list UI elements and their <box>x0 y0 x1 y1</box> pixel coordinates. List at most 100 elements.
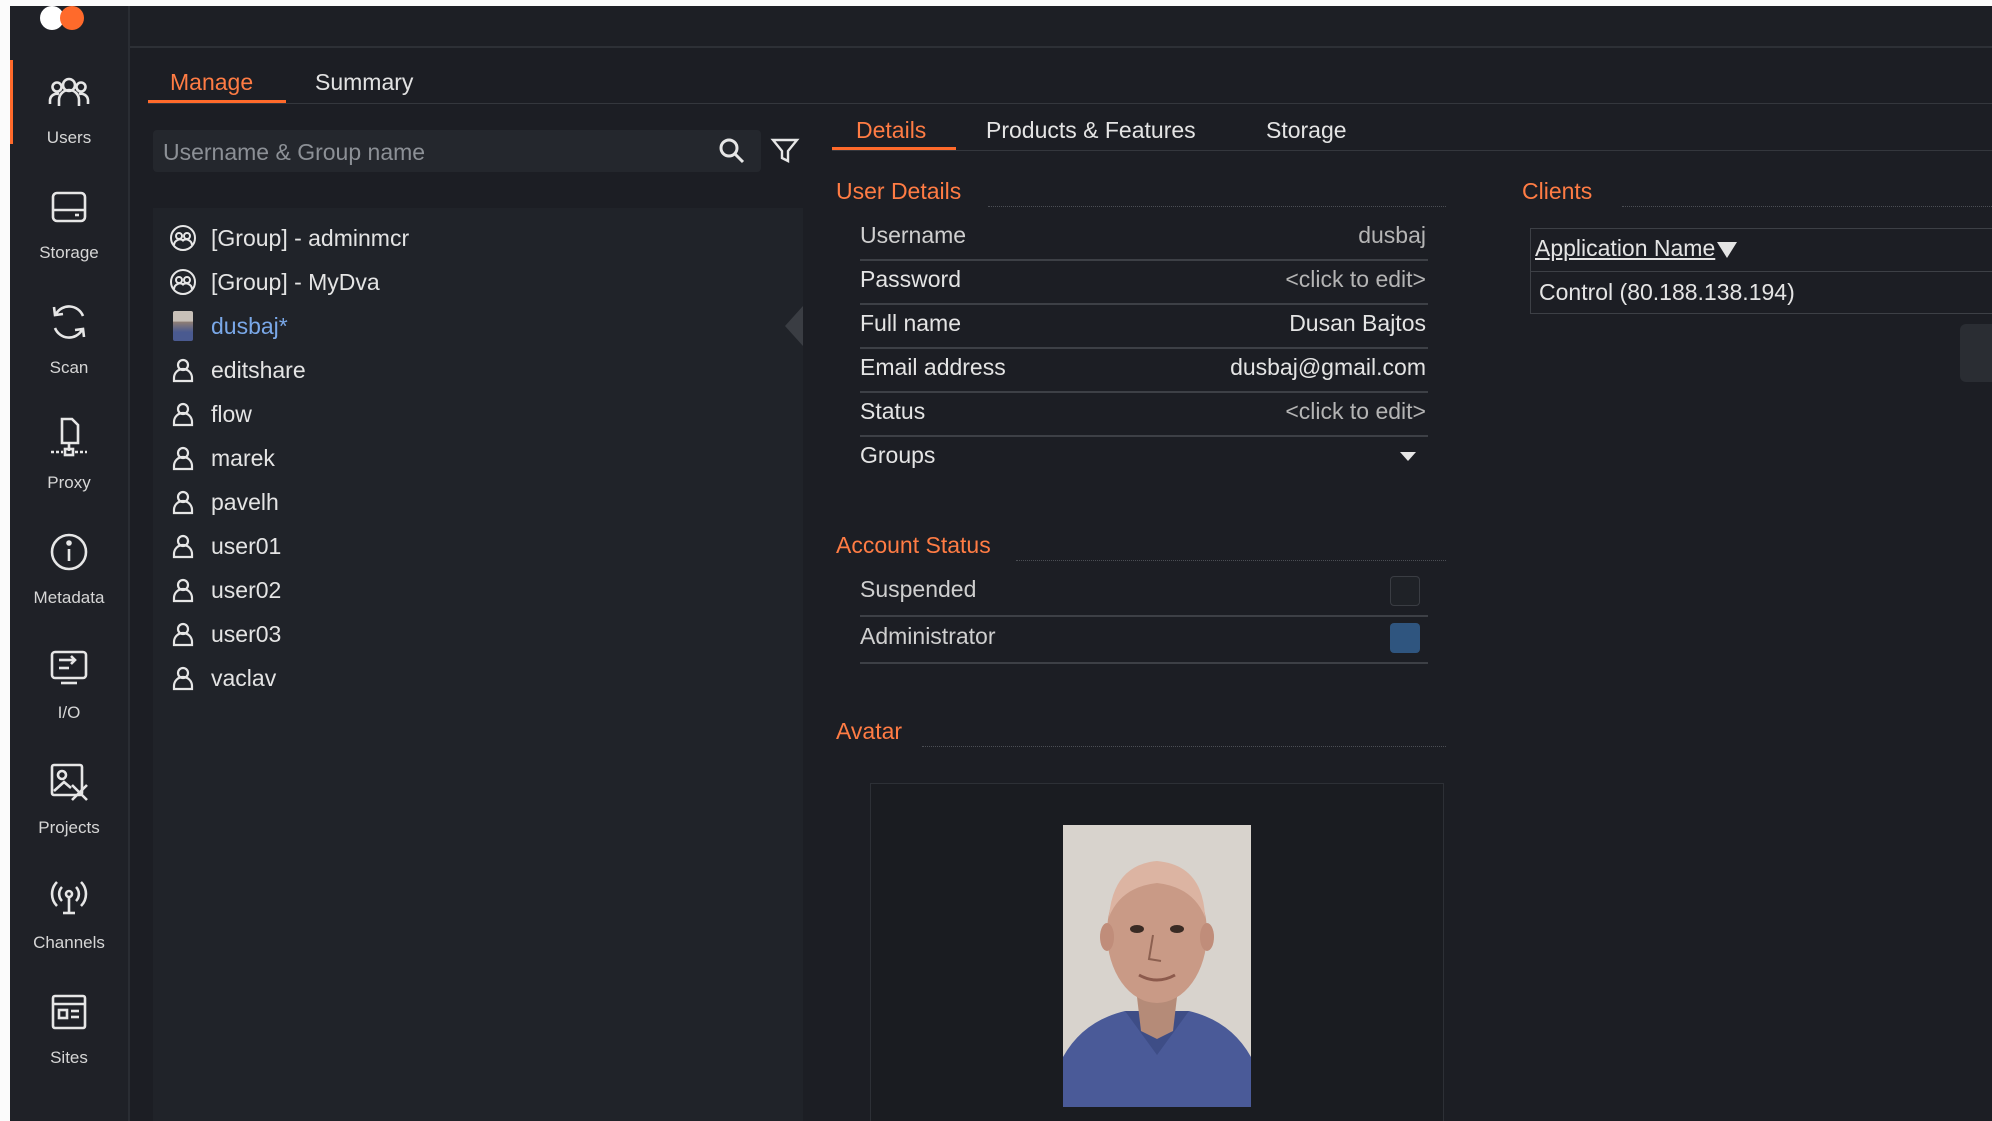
projects-icon <box>45 758 93 806</box>
field-label: Password <box>860 266 961 292</box>
field-label: Email address <box>860 354 1006 380</box>
avatar-photo <box>1063 825 1251 1107</box>
tab-products-features[interactable]: Products & Features <box>986 112 1196 148</box>
list-item-label: user02 <box>211 576 282 603</box>
list-item[interactable]: user01 <box>153 524 803 568</box>
storage-icon <box>45 183 93 231</box>
list-item[interactable]: marek <box>153 436 803 480</box>
section-title-account-status: Account Status <box>836 532 991 558</box>
field-row-password: Password <click to edit> <box>860 260 1428 305</box>
list-item[interactable]: editshare <box>153 348 803 392</box>
field-label: Username <box>860 222 967 248</box>
list-item-label: dusbaj* <box>211 312 288 339</box>
field-row-groups[interactable]: Groups <box>860 436 1428 479</box>
list-item[interactable]: user03 <box>153 612 803 656</box>
tab-storage[interactable]: Storage <box>1266 112 1347 148</box>
field-label: Groups <box>860 442 936 468</box>
search-box <box>153 130 761 174</box>
nav-label: Users <box>46 128 92 147</box>
list-item-label: editshare <box>211 356 306 383</box>
nav-item-users[interactable]: Users <box>10 52 128 152</box>
field-label: Administrator <box>860 623 996 649</box>
section-title-clients: Clients <box>1522 178 1593 204</box>
search-icon[interactable] <box>717 136 747 166</box>
nav-item-storage[interactable]: Storage <box>10 167 128 267</box>
list-item[interactable]: vaclav <box>153 656 803 700</box>
app-logo <box>40 6 100 32</box>
proxy-icon <box>45 413 93 461</box>
list-item-label: [Group] - adminmcr <box>211 224 410 251</box>
list-item[interactable]: flow <box>153 392 803 436</box>
list-item-label: vaclav <box>211 664 277 691</box>
suspended-checkbox[interactable] <box>1390 576 1420 606</box>
field-row-suspended: Suspended <box>860 570 1428 617</box>
nav-item-proxy[interactable]: Proxy <box>10 397 128 497</box>
username-value: dusbaj <box>1358 222 1426 248</box>
field-row-full-name: Full name Dusan Bajtos <box>860 304 1428 349</box>
tabs-divider <box>832 150 1992 151</box>
sort-desc-icon <box>1717 241 1738 258</box>
user-list: [Group] - adminmcr [Group] - MyDva dusba… <box>153 208 803 1121</box>
tab-summary[interactable]: Summary <box>315 64 413 104</box>
user-icon <box>168 443 198 473</box>
list-item[interactable]: pavelh <box>153 480 803 524</box>
nav-item-metadata[interactable]: Metadata <box>10 512 128 612</box>
status-field[interactable]: <click to edit> <box>1285 398 1426 425</box>
nav-label: Storage <box>39 243 99 262</box>
nav-item-sites[interactable]: Sites <box>10 972 128 1072</box>
user-icon <box>168 399 198 429</box>
administrator-checkbox[interactable] <box>1390 623 1420 653</box>
io-icon <box>45 643 93 691</box>
tab-manage[interactable]: Manage <box>170 64 253 104</box>
nav-item-channels[interactable]: Channels <box>10 857 128 957</box>
clients-table: Application Name Control (80.188.138.194… <box>1530 228 1992 314</box>
clients-table-header: Application Name <box>1531 229 1992 272</box>
field-label: Suspended <box>860 576 977 602</box>
application-name-column-header[interactable]: Application Name <box>1535 235 1738 262</box>
clients-action-button[interactable] <box>1960 324 1992 382</box>
list-item-label: [Group] - MyDva <box>211 268 380 295</box>
field-row-status: Status <click to edit> <box>860 392 1428 437</box>
list-item[interactable]: [Group] - adminmcr <box>153 216 803 260</box>
field-label: Full name <box>860 310 961 336</box>
user-icon <box>168 619 198 649</box>
email-field[interactable]: dusbaj@gmail.com <box>1230 354 1426 381</box>
group-icon <box>168 223 198 253</box>
user-icon <box>168 531 198 561</box>
nav-item-scan[interactable]: Scan <box>10 282 128 382</box>
full-name-field[interactable]: Dusan Bajtos <box>1289 310 1426 337</box>
section-divider <box>988 206 1446 207</box>
app-window: Users Storage Scan Proxy Metadata I/O Pr… <box>10 6 1992 1121</box>
nav-item-io[interactable]: I/O <box>10 627 128 727</box>
section-divider <box>922 746 1446 747</box>
list-item[interactable]: user02 <box>153 568 803 612</box>
user-icon <box>168 663 198 693</box>
list-item-label: flow <box>211 400 252 427</box>
chevron-down-icon[interactable] <box>1400 452 1416 461</box>
left-nav-rail: Users Storage Scan Proxy Metadata I/O Pr… <box>10 6 130 1121</box>
section-title-user-details: User Details <box>836 178 962 204</box>
field-label: Status <box>860 398 926 424</box>
nav-label: Sites <box>50 1048 88 1067</box>
avatar <box>168 311 198 341</box>
nav-label: Proxy <box>47 473 91 492</box>
tab-details[interactable]: Details <box>856 112 926 148</box>
list-item[interactable]: [Group] - MyDva <box>153 260 803 304</box>
search-input[interactable] <box>153 130 705 174</box>
user-icon <box>168 575 198 605</box>
table-row[interactable]: Control (80.188.138.194) <box>1539 279 1795 306</box>
user-icon <box>168 487 198 517</box>
avatar-frame[interactable] <box>870 783 1444 1121</box>
sites-icon <box>45 988 93 1036</box>
nav-label: Metadata <box>33 588 105 607</box>
user-icon <box>168 355 198 385</box>
filter-icon[interactable] <box>768 134 802 168</box>
tabs-divider <box>148 103 1992 104</box>
nav-label: Channels <box>33 933 105 952</box>
password-field[interactable]: <click to edit> <box>1285 266 1426 293</box>
list-item[interactable]: dusbaj* <box>153 304 803 348</box>
section-title-avatar: Avatar <box>836 718 903 744</box>
top-bar <box>130 6 1992 48</box>
nav-item-projects[interactable]: Projects <box>10 742 128 842</box>
collapse-panel-icon[interactable] <box>783 306 803 346</box>
